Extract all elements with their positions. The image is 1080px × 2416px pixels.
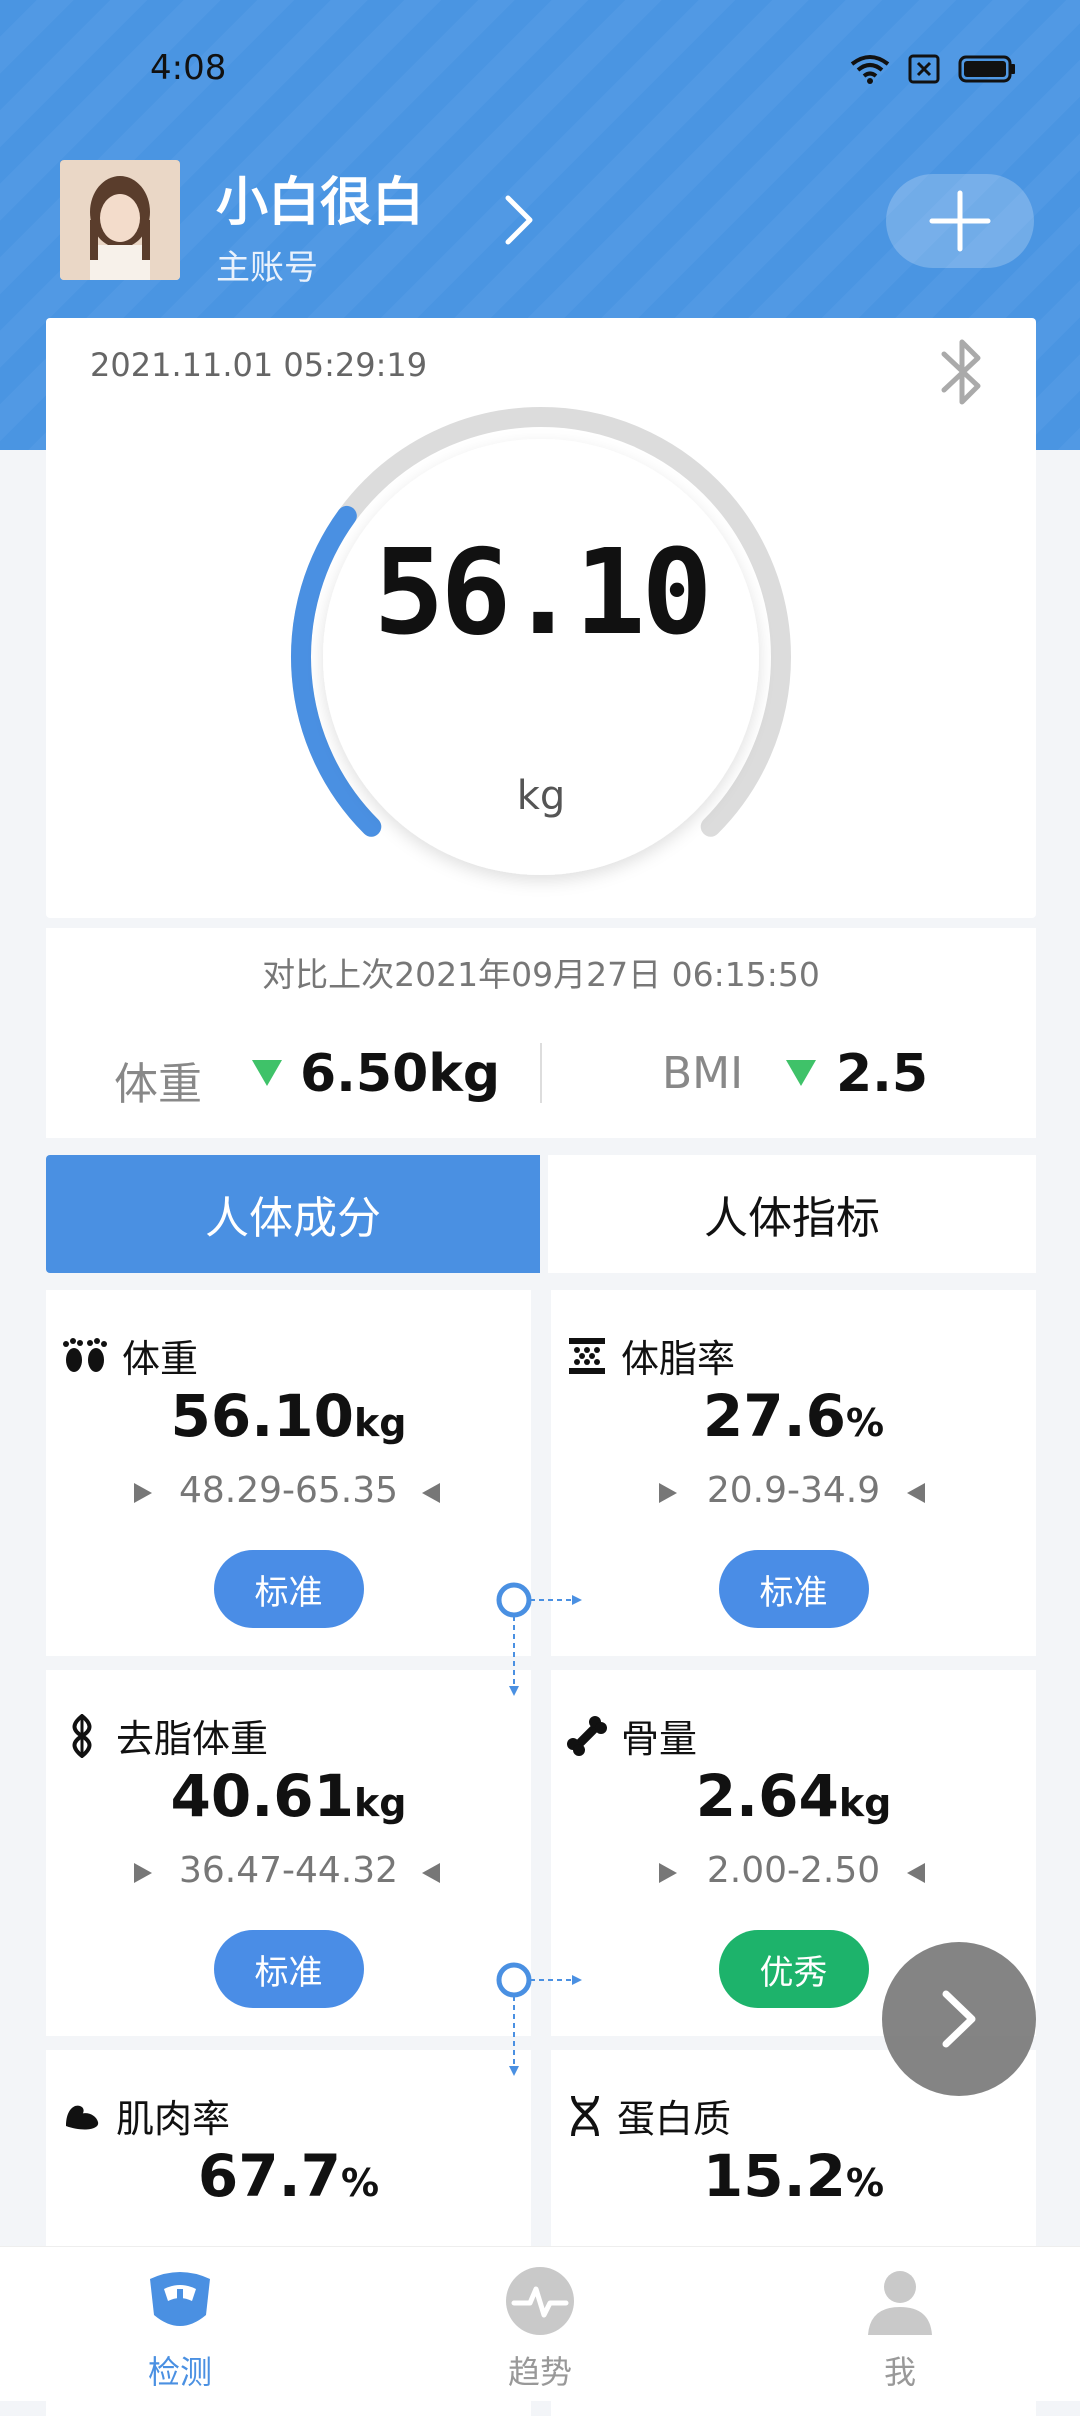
wifi-icon (850, 55, 890, 84)
weight-unit: kg (516, 773, 566, 819)
metric-card-weight[interactable]: 体重 56.10kg 48.29-65.35 标准 (46, 1290, 531, 1656)
measurement-time: 2021.11.01 05:29:19 (90, 346, 428, 384)
divider (540, 1043, 542, 1103)
metric-title: 去脂体重 (116, 1717, 269, 1761)
bone-icon (567, 1715, 607, 1756)
status-badge: 优秀 (718, 1930, 869, 2008)
weight-value: 56.10 (373, 523, 712, 661)
bmi-change-label: BMI (662, 1048, 744, 1099)
no-sim-icon (908, 54, 940, 84)
metric-value: 67.7 (197, 2142, 342, 2210)
down-arrow-icon (786, 1060, 816, 1086)
status-badge: 标准 (213, 1550, 364, 1628)
metric-value: 15.2 (702, 2142, 847, 2210)
status-time: 4:08 (150, 48, 227, 88)
nav-label-me: 我 (883, 2353, 916, 2391)
user-icon (868, 2271, 932, 2335)
battery-icon (958, 55, 1015, 83)
add-user-button[interactable] (886, 174, 1034, 268)
next-button[interactable] (882, 1942, 1036, 2096)
metric-unit: % (341, 2161, 380, 2205)
metric-range: 2.00-2.50 (706, 1850, 881, 1891)
nav-label-trend: 趋势 (507, 2353, 572, 2391)
metric-card-body-fat[interactable]: 体脂率 27.6% 20.9-34.9 标准 (551, 1290, 1036, 1656)
metric-unit: kg (353, 1781, 407, 1825)
bottom-nav: 检测 趋势 我 (0, 2246, 1080, 2401)
pulse-icon (506, 2267, 574, 2335)
metric-unit: kg (838, 1781, 892, 1825)
range-right-marker (422, 1483, 440, 1503)
avatar-image (60, 160, 180, 280)
comparison-card: 对比上次2021年09月27日 06:15:50 体重 6.50kg BMI 2… (46, 928, 1036, 1138)
dna-icon (571, 2095, 599, 2136)
metric-value: 40.61 (170, 1762, 354, 1830)
flow-connector (496, 1582, 582, 1696)
metric-title: 肌肉率 (116, 2097, 231, 2141)
chevron-right-icon (942, 1990, 976, 2048)
plus-icon (929, 190, 991, 252)
muscle-icon (66, 2105, 99, 2129)
weight-change-value: 6.50kg (300, 1044, 501, 1104)
range-right-marker (907, 1863, 925, 1883)
metric-unit: % (846, 1401, 885, 1445)
tab-body-composition[interactable]: 人体成分 (46, 1155, 540, 1273)
status-badge: 标准 (213, 1930, 364, 2008)
metric-value: 56.10 (170, 1382, 354, 1450)
account-type-label: 主账号 (216, 248, 318, 288)
down-arrow-icon (252, 1060, 282, 1086)
metric-range: 36.47-44.32 (178, 1850, 399, 1891)
chevron-right-icon[interactable] (500, 190, 540, 250)
range-right-marker (422, 1863, 440, 1883)
flow-connector (496, 1962, 582, 2076)
nav-item-detect[interactable]: 检测 (80, 2247, 280, 2401)
bluetooth-icon[interactable] (932, 334, 992, 410)
nav-item-me[interactable]: 我 (800, 2247, 1000, 2401)
metric-range: 48.29-65.35 (178, 1470, 399, 1511)
metric-unit: kg (353, 1401, 407, 1445)
metric-tabs: 人体成分 人体指标 (46, 1155, 1036, 1273)
status-badge: 标准 (718, 1550, 869, 1628)
lean-mass-icon (72, 1713, 92, 1758)
metric-title: 体脂率 (621, 1337, 736, 1381)
nav-label-detect: 检测 (147, 2353, 212, 2391)
status-icons (850, 54, 1016, 84)
weight-change-label: 体重 (114, 1059, 202, 1110)
comparison-title: 对比上次2021年09月27日 06:15:50 (262, 955, 820, 994)
fat-cells-icon (569, 1337, 605, 1374)
tab-body-indicators[interactable]: 人体指标 (548, 1155, 1036, 1273)
range-right-marker (907, 1483, 925, 1503)
metric-value: 27.6 (702, 1382, 847, 1450)
metric-value: 2.64 (695, 1762, 839, 1830)
metric-title: 体重 (122, 1337, 199, 1381)
metric-title: 骨量 (621, 1717, 698, 1761)
metric-title: 蛋白质 (617, 2097, 732, 2141)
status-bar: 4:08 (0, 0, 1080, 140)
bmi-change-value: 2.5 (836, 1044, 929, 1104)
scale-icon (150, 2272, 210, 2326)
metric-unit: % (846, 2161, 885, 2205)
avatar[interactable] (60, 160, 180, 280)
metric-range: 20.9-34.9 (706, 1470, 881, 1511)
user-name[interactable]: 小白很白 (216, 160, 424, 235)
profile-header: 小白很白 主账号 (60, 160, 1034, 290)
weight-card: 2021.11.01 05:29:19 56.10 kg (46, 318, 1036, 918)
nav-item-trend[interactable]: 趋势 (440, 2247, 640, 2401)
footprints-icon (63, 1337, 107, 1372)
metric-card-lean-mass[interactable]: 去脂体重 40.61kg 36.47-44.32 标准 (46, 1670, 531, 2036)
